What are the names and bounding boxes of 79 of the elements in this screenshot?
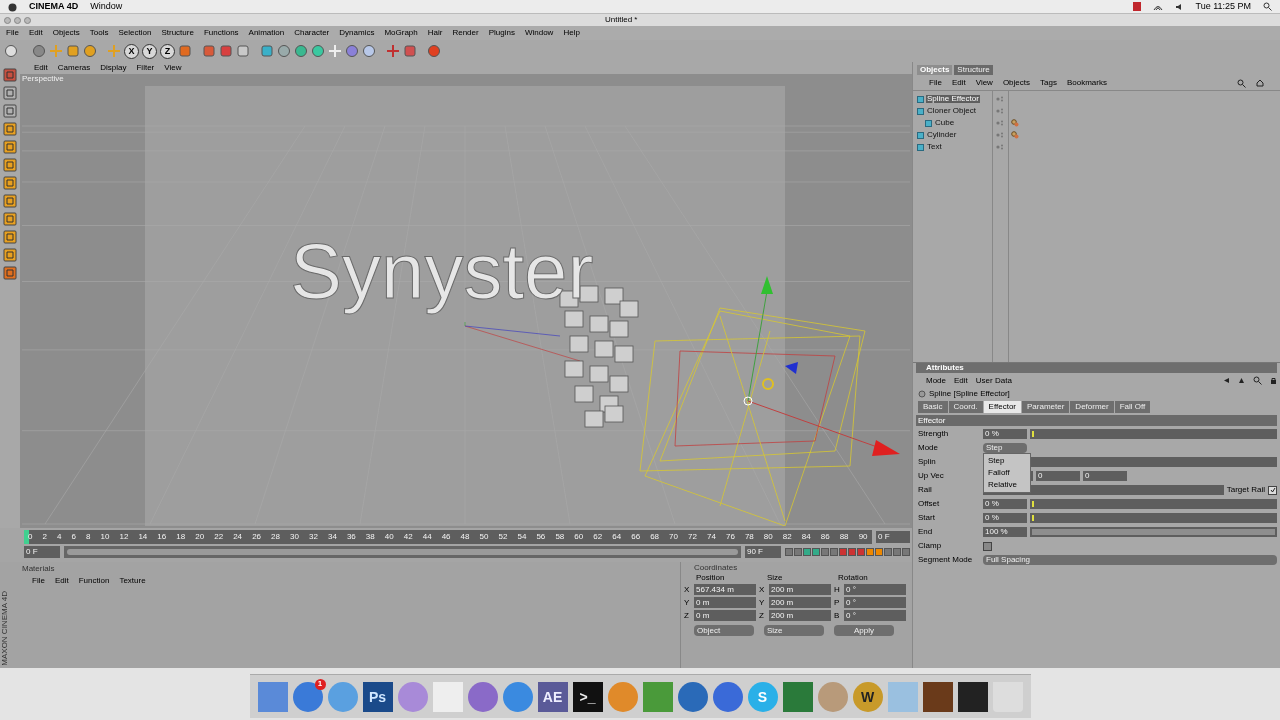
frame-tick-label: 72 <box>688 533 697 541</box>
column-header: Rotation <box>838 574 869 582</box>
frame-tick-label: 26 <box>252 533 262 541</box>
axis-label: X <box>684 585 691 594</box>
viewport-label: Perspective <box>22 75 64 83</box>
frame-tick-label: 84 <box>801 533 811 541</box>
frame-tick-label: 56 <box>536 533 546 541</box>
frame-tick-label: 14 <box>138 533 148 541</box>
frame-tick-label: 30 <box>290 533 299 541</box>
frame-tick-label: 50 <box>479 533 489 541</box>
frame-tick-label: 64 <box>612 533 622 541</box>
window-title: Untitled * <box>605 16 638 24</box>
frame-tick-label: 46 <box>441 533 451 541</box>
frame-tick-label: 58 <box>555 533 565 541</box>
frame-tick-label: 16 <box>157 533 167 541</box>
frame-tick-label: 22 <box>214 533 224 541</box>
axis-label: Z <box>759 611 765 620</box>
frame-tick-label: 88 <box>839 533 849 541</box>
frame-tick-label: 40 <box>384 533 394 541</box>
field-label: Clamp <box>917 542 943 550</box>
column-header: Position <box>696 574 726 582</box>
frame-tick-label: 6 <box>71 533 76 541</box>
frame-tick-label: 10 <box>100 533 110 541</box>
field-label: Start <box>917 514 936 522</box>
frame-tick-label: 74 <box>707 533 716 541</box>
frame-tick-label: 60 <box>574 533 584 541</box>
axis-label: H <box>834 585 841 594</box>
axis-label: X <box>759 585 766 594</box>
frame-tick-label: 12 <box>119 533 129 541</box>
axis-label: Y <box>759 598 766 607</box>
object-title: Spline [Spline Effector] <box>929 389 1010 398</box>
field-label: Splin <box>917 458 937 466</box>
frame-tick-label: 24 <box>233 533 243 541</box>
frame-tick-label: 90 <box>858 533 868 541</box>
section-header: Effector <box>916 415 1277 426</box>
text-object: Synyster <box>290 227 594 315</box>
frame-tick-label: 36 <box>346 533 356 541</box>
frame-tick-label: 2 <box>42 533 47 541</box>
frame-tick-label: 68 <box>650 533 660 541</box>
frame-tick-label: 70 <box>669 533 678 541</box>
field-label: Offset <box>917 500 941 508</box>
frame-tick-label: 32 <box>309 533 318 541</box>
frame-tick-label: 48 <box>460 533 470 541</box>
frame-tick-label: 8 <box>86 533 91 541</box>
frame-tick-label: 86 <box>820 533 830 541</box>
frame-tick-label: 62 <box>593 533 603 541</box>
frame-tick-label: 38 <box>365 533 375 541</box>
axis-label: P <box>834 598 841 607</box>
field-label: Strength <box>917 430 950 438</box>
frame-tick-label: 82 <box>782 533 792 541</box>
checkbox-label: Target Rail <box>1226 486 1265 494</box>
frame-tick-label: 54 <box>517 533 527 541</box>
axis-label: Z <box>684 611 690 620</box>
field-label: Mode <box>917 444 939 452</box>
frame-tick-label: 28 <box>271 533 280 541</box>
frame-tick-label: 76 <box>725 533 735 541</box>
frame-tick-label: 4 <box>57 533 62 541</box>
frame-tick-label: 66 <box>631 533 641 541</box>
notification-badge: 1 <box>314 678 326 690</box>
frame-tick-label: 44 <box>422 533 432 541</box>
frame-tick-label: 52 <box>498 533 508 541</box>
panel-title: Coordinates <box>693 564 739 572</box>
frame-tick-label: 80 <box>763 533 773 541</box>
field-label: Segment Mode <box>917 556 974 564</box>
field-label: Up Vec <box>917 472 945 480</box>
axis-label: B <box>834 611 841 620</box>
frame-tick-label: 78 <box>744 533 754 541</box>
brand-label: MAXON CINEMA 4D <box>1 591 10 666</box>
axis-label: Y <box>684 598 691 607</box>
frame-tick-label: 34 <box>327 533 337 541</box>
column-header: Size <box>767 574 784 582</box>
field-label: End <box>917 528 934 536</box>
frame-tick-label: 18 <box>176 533 186 541</box>
frame-tick-label: 0 <box>28 533 33 541</box>
panel-title: Attributes <box>916 363 1277 373</box>
field-label: Rail <box>917 486 933 494</box>
panel-title: Materials <box>22 563 56 573</box>
frame-tick-label: 20 <box>195 533 205 541</box>
frame-tick-label: 42 <box>403 533 413 541</box>
